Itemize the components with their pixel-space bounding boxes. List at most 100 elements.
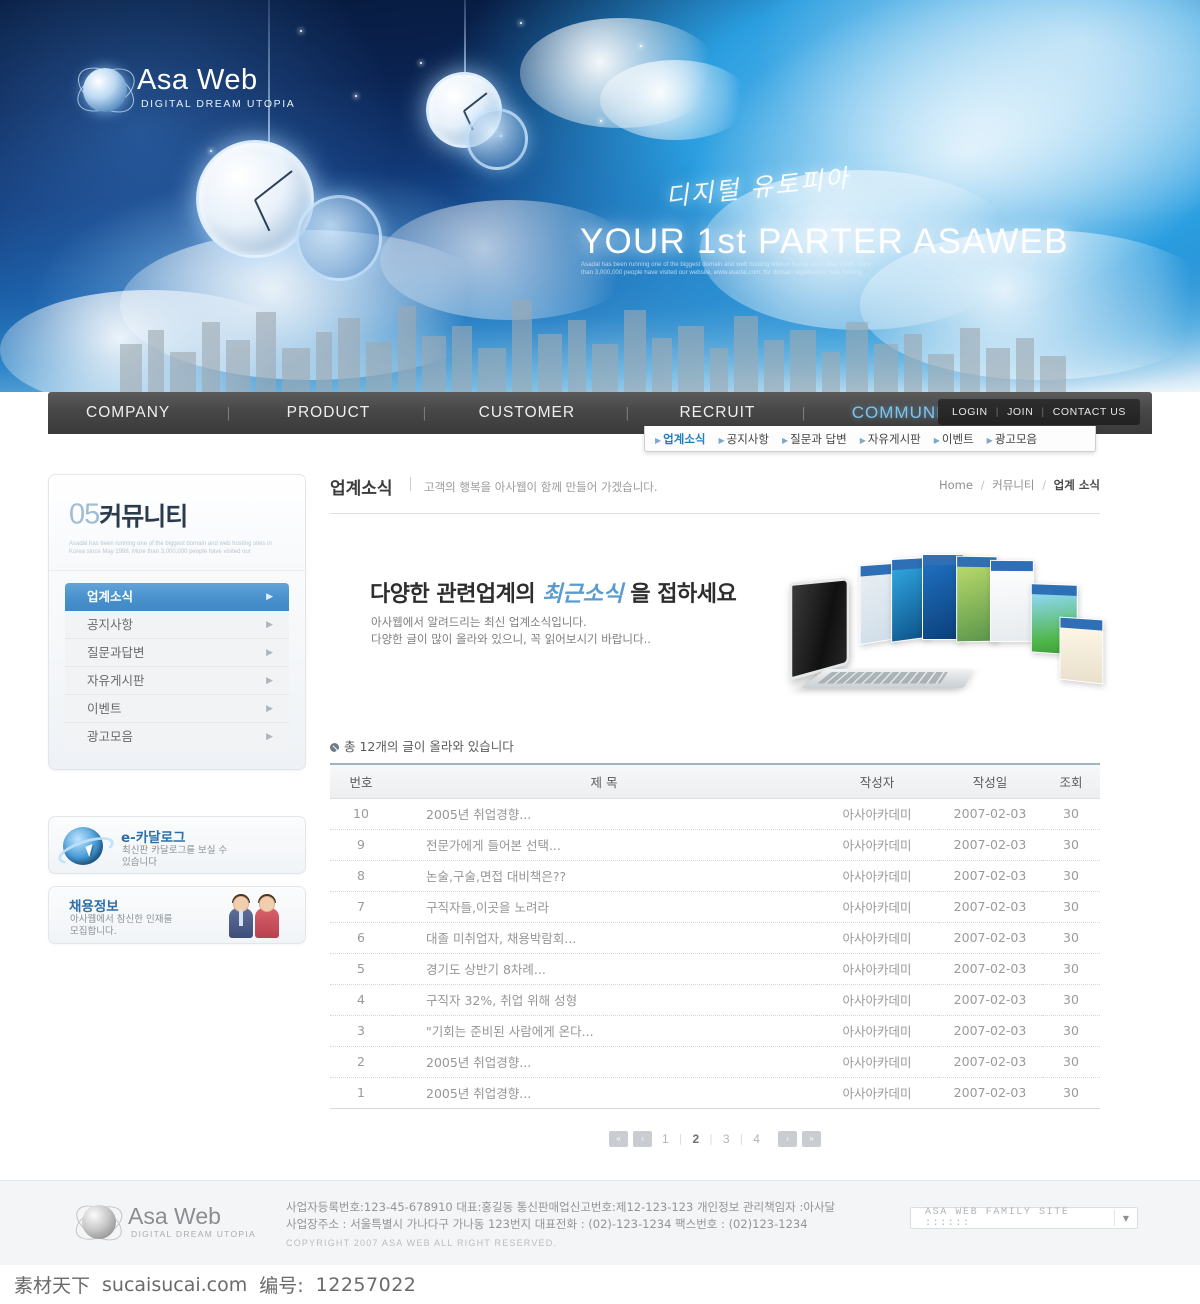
footer-logo[interactable]: Asa Web DIGITAL DREAM UTOPIA — [70, 1198, 262, 1248]
nav-item-recruit[interactable]: RECRUIT — [677, 404, 757, 422]
hero-description: Asadal has been running one of the bigge… — [581, 261, 871, 276]
table-row[interactable]: 7 구직자들,이곳을 노려라 아사아카데미 2007-02-03 30 — [330, 891, 1100, 923]
breadcrumb-home[interactable]: Home — [939, 478, 973, 492]
pagination-next-button[interactable]: › — [777, 1130, 797, 1147]
banner-title: e-카달로그 — [121, 830, 186, 846]
banner-text: 아사웹에서 참신한 인재를 모집합니다. — [70, 914, 173, 937]
subnav-item-notices[interactable]: ▶ 공지사항 — [718, 431, 768, 447]
table-row[interactable]: 4 구직자 32%, 취업 위해 성형 아사아카데미 2007-02-03 30 — [330, 984, 1100, 1016]
cell-subject[interactable]: "기회는 준비된 사람에게 온다... — [392, 1015, 816, 1047]
table-row[interactable]: 6 대졸 미취업자, 채용박람회... 아사아카데미 2007-02-03 30 — [330, 922, 1100, 954]
cell-subject[interactable]: 논술,구술,면접 대비책은?? — [392, 860, 816, 892]
sidebar-item-event[interactable]: 이벤트 ▶ — [65, 695, 289, 723]
nav-item-company[interactable]: COMPANY — [84, 404, 172, 422]
nav-item-product[interactable]: PRODUCT — [285, 404, 373, 422]
promo-block: 다양한 관련업계의 최근소식 을 접하세요 아사웹에서 알려드리는 최신 업계소… — [330, 554, 1104, 726]
table-row[interactable]: 8 논술,구술,면접 대비책은?? 아사아카데미 2007-02-03 30 — [330, 860, 1100, 892]
family-site-select[interactable]: ASA WEB FAMILY SITE :::::: ▼ — [910, 1207, 1138, 1229]
login-link[interactable]: LOGIN — [952, 406, 988, 418]
table-row[interactable]: 1 2005년 취업경향... 아사아카데미 2007-02-03 30 — [330, 1077, 1100, 1109]
footer-info-line1: 사업자등록번호:123-45-678910 대표:홍길동 통신판매업신고번호:제… — [286, 1200, 836, 1214]
subnav-item-event[interactable]: ▶ 이벤트 — [934, 431, 974, 447]
nav-item-customer[interactable]: CUSTOMER — [477, 404, 577, 422]
table-header-row: 번호 제 목 작성자 작성일 조회 — [330, 763, 1100, 799]
subnav-item-qna[interactable]: ▶ 질문과 답변 — [782, 431, 847, 447]
cell-date: 2007-02-03 — [938, 1015, 1042, 1047]
sparkle-icon — [640, 45, 642, 47]
city-skyline-icon — [120, 300, 1066, 392]
utility-divider: | — [1041, 406, 1045, 418]
subnav-item-industry-news[interactable]: ▶ 업계소식 — [655, 431, 705, 447]
sidebar-item-ads[interactable]: 광고모음 ▶ — [65, 723, 289, 751]
pagination-page-1[interactable]: 1 — [657, 1132, 674, 1146]
cell-writer: 아사아카데미 — [816, 984, 938, 1016]
pagination-divider: | — [739, 1132, 744, 1145]
laptop-base-icon — [800, 668, 974, 689]
promo-accent-text: 최근소식 — [542, 582, 624, 607]
breadcrumb-level1[interactable]: 커뮤니티 — [992, 478, 1034, 492]
sidebar-item-notices[interactable]: 공지사항 ▶ — [65, 611, 289, 639]
pagination-page-4[interactable]: 4 — [748, 1132, 765, 1146]
breadcrumb-separator: / — [980, 478, 985, 492]
table-row[interactable]: 9 전문가에게 들어본 선택... 아사아카데미 2007-02-03 30 — [330, 829, 1100, 861]
cell-writer: 아사아카데미 — [816, 922, 938, 954]
sidebar-menu: 업계소식 ▶ 공지사항 ▶ 질문과답변 ▶ 자유게시판 ▶ 이벤트 ▶ 광고모음 ▶ — [49, 571, 305, 769]
cell-writer: 아사아카데미 — [816, 860, 938, 892]
pagination-first-button[interactable]: « — [609, 1130, 629, 1147]
table-row[interactable]: 5 경기도 상반기 8차례... 아사아카데미 2007-02-03 30 — [330, 953, 1100, 985]
cell-subject[interactable]: 대졸 미취업자, 채용박람회... — [392, 922, 816, 954]
chevron-right-icon: ▶ — [266, 676, 273, 686]
chevron-right-icon: ▶ — [266, 592, 273, 602]
table-row[interactable]: 2 2005년 취업경향... 아사아카데미 2007-02-03 30 — [330, 1046, 1100, 1078]
cell-hits: 30 — [1042, 891, 1100, 923]
site-logo[interactable]: Asa Web DIGITAL DREAM UTOPIA — [70, 58, 325, 124]
sidebar-title: 커뮤니티 — [99, 502, 188, 531]
cloud-icon — [600, 60, 750, 140]
cell-subject[interactable]: 구직자 32%, 취업 위해 성형 — [392, 984, 816, 1016]
pagination-prev-button[interactable]: ‹ — [633, 1130, 653, 1147]
pagination-last-button[interactable]: » — [801, 1130, 821, 1147]
pagination: « ‹ 1 | 2 | 3 | 4 › » — [330, 1130, 1100, 1147]
cell-subject[interactable]: 구직자들,이곳을 노려라 — [392, 891, 816, 923]
column-header-date: 작성일 — [938, 763, 1042, 799]
cell-hits: 30 — [1042, 1015, 1100, 1047]
cell-subject[interactable]: 2005년 취업경향... — [392, 798, 816, 830]
chevron-right-icon: ▶ — [266, 620, 273, 630]
cell-subject[interactable]: 2005년 취업경향... — [392, 1046, 816, 1078]
sidebar-item-qna[interactable]: 질문과답변 ▶ — [65, 639, 289, 667]
banner-e-catalog[interactable]: e-카달로그 최신판 카달로그를 보실 수 있습니다 — [48, 816, 306, 874]
sub-navigation: ▶ 업계소식 ▶ 공지사항 ▶ 질문과 답변 ▶ 자유게시판 ▶ 이벤트 ▶ 광고모음 — [644, 426, 1096, 452]
cell-hits: 30 — [1042, 860, 1100, 892]
cell-writer: 아사아카데미 — [816, 953, 938, 985]
cell-no: 2 — [330, 1046, 392, 1078]
sidebar-item-free-board[interactable]: 자유게시판 ▶ — [65, 667, 289, 695]
page-subtitle: 고객의 행복을 아사웹이 함께 만들어 가겠습니다. — [424, 480, 658, 494]
cell-writer: 아사아카데미 — [816, 1077, 938, 1109]
contact-us-link[interactable]: CONTACT US — [1053, 406, 1126, 418]
subnav-item-free-board[interactable]: ▶ 자유게시판 — [860, 431, 921, 447]
chevron-right-icon: ▶ — [266, 732, 273, 742]
promo-headline: 다양한 관련업계의 최근소식 을 접하세요 — [370, 582, 737, 607]
cell-writer: 아사아카데미 — [816, 829, 938, 861]
pagination-page-2[interactable]: 2 — [687, 1132, 704, 1146]
cell-subject[interactable]: 경기도 상반기 8차례... — [392, 953, 816, 985]
pagination-page-3[interactable]: 3 — [718, 1132, 735, 1146]
cell-writer: 아사아카데미 — [816, 1046, 938, 1078]
table-body: 10 2005년 취업경향... 아사아카데미 2007-02-03 30 9 전문가에게… — [330, 798, 1100, 1109]
table-row[interactable]: 3 "기회는 준비된 사람에게 온다... 아사아카데미 2007-02-03 30 — [330, 1015, 1100, 1047]
cell-subject[interactable]: 전문가에게 들어본 선택... — [392, 829, 816, 861]
cell-date: 2007-02-03 — [938, 953, 1042, 985]
column-header-writer: 작성자 — [816, 763, 938, 799]
utility-divider: | — [995, 406, 1000, 418]
sidebar-item-industry-news[interactable]: 업계소식 ▶ — [65, 583, 289, 611]
cell-date: 2007-02-03 — [938, 798, 1042, 830]
sidebar-description: Asadal has been running one of the bigge… — [69, 541, 272, 555]
cell-no: 5 — [330, 953, 392, 985]
globe-icon — [82, 1205, 116, 1239]
subnav-item-ads[interactable]: ▶ 광고모음 — [987, 431, 1037, 447]
join-link[interactable]: JOIN — [1007, 406, 1033, 418]
cell-subject[interactable]: 2005년 취업경향... — [392, 1077, 816, 1109]
table-row[interactable]: 10 2005년 취업경향... 아사아카데미 2007-02-03 30 — [330, 798, 1100, 830]
banner-recruit-info[interactable]: 채용정보 아사웹에서 참신한 인재를 모집합니다. — [48, 886, 306, 944]
cell-no: 4 — [330, 984, 392, 1016]
